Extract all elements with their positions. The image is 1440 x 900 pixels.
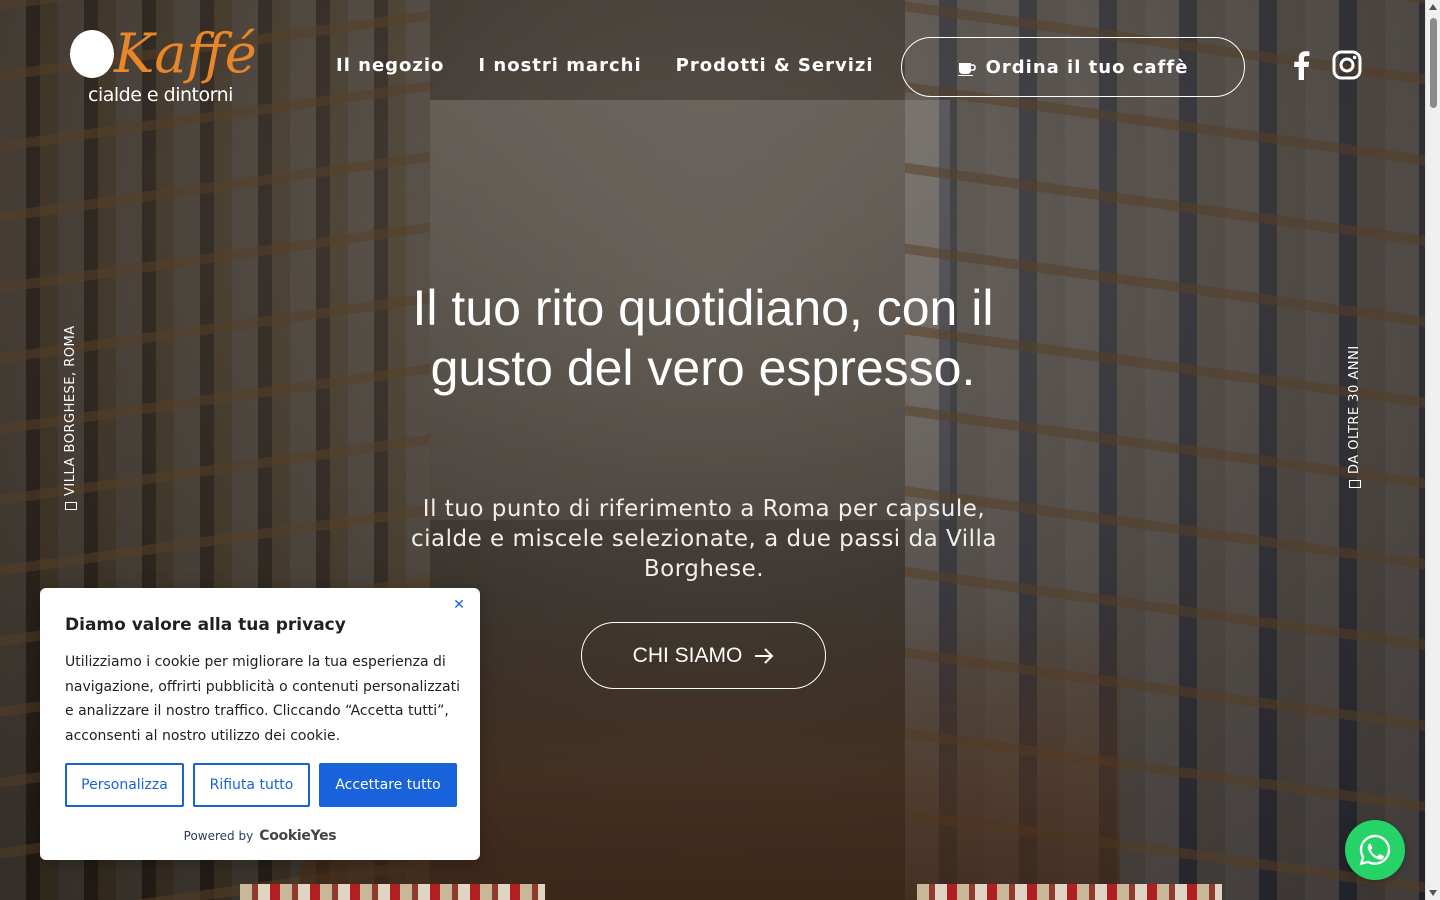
cookie-consent-banner: ✕ Diamo valore alla tua privacy Utilizzi… xyxy=(40,588,480,860)
site-logo[interactable]: Kaffé cialde e dintorni xyxy=(70,24,257,110)
side-label-years: DA OLTRE 30 ANNI xyxy=(1347,345,1362,488)
hero-subheadline: Il tuo punto di riferimento a Roma per c… xyxy=(410,496,998,582)
accept-all-button[interactable]: Accettare tutto xyxy=(319,763,457,807)
page-scrollbar[interactable] xyxy=(1425,0,1440,900)
scroll-down-arrow-icon[interactable] xyxy=(1429,890,1437,896)
order-coffee-button[interactable]: Ordina il tuo caffè xyxy=(901,37,1245,97)
nav-item-prodotti-servizi[interactable]: Prodotti & Servizi xyxy=(676,55,874,76)
close-icon[interactable]: ✕ xyxy=(452,598,466,612)
instagram-icon[interactable] xyxy=(1332,50,1362,84)
about-us-label: CHI SIAMO xyxy=(632,643,743,667)
whatsapp-icon xyxy=(1359,834,1391,866)
nav-item-il-negozio[interactable]: Il negozio xyxy=(336,55,444,76)
cookie-powered-by: Powered by CookieYes xyxy=(40,828,480,844)
nav-item-i-nostri-marchi[interactable]: I nostri marchi xyxy=(478,55,641,76)
coffee-cup-icon xyxy=(957,63,976,76)
powered-by-label: Powered by xyxy=(183,829,254,843)
scroll-up-arrow-icon[interactable] xyxy=(1429,4,1437,10)
cookie-description: Utilizziamo i cookie per migliorare la t… xyxy=(65,654,460,744)
reject-all-button[interactable]: Rifiuta tutto xyxy=(193,763,310,807)
facebook-icon[interactable] xyxy=(1290,50,1312,84)
calendar-icon xyxy=(1348,480,1361,488)
scrollbar-thumb[interactable] xyxy=(1430,18,1437,108)
customize-cookies-button[interactable]: Personalizza xyxy=(65,763,184,807)
logo-main-text: Kaffé xyxy=(114,22,257,85)
hero-headline: Il tuo rito quotidiano, con il gusto del… xyxy=(412,280,994,396)
main-nav: Il negozio I nostri marchi Prodotti & Se… xyxy=(336,55,874,76)
product-preview-image xyxy=(917,884,1222,900)
side-label-years-text: DA OLTRE 30 ANNI xyxy=(1347,345,1362,474)
cookie-buttons: Personalizza Rifiuta tutto Accettare tut… xyxy=(65,763,457,807)
cookieyes-logo[interactable]: CookieYes xyxy=(259,828,336,844)
about-us-button[interactable]: CHI SIAMO xyxy=(581,622,826,689)
side-label-location-text: VILLA BORGHESE, ROMA xyxy=(63,325,78,496)
logo-subtitle: cialde e dintorni xyxy=(88,84,233,106)
logo-circle xyxy=(70,30,114,78)
order-coffee-label: Ordina il tuo caffè xyxy=(985,56,1189,78)
product-preview-image xyxy=(240,884,545,900)
whatsapp-button[interactable] xyxy=(1345,820,1405,880)
social-links xyxy=(1290,50,1362,84)
side-label-location: VILLA BORGHESE, ROMA xyxy=(63,325,78,510)
arrow-right-icon xyxy=(755,647,774,664)
cookie-title: Diamo valore alla tua privacy xyxy=(65,615,346,635)
location-pin-icon xyxy=(64,502,77,510)
